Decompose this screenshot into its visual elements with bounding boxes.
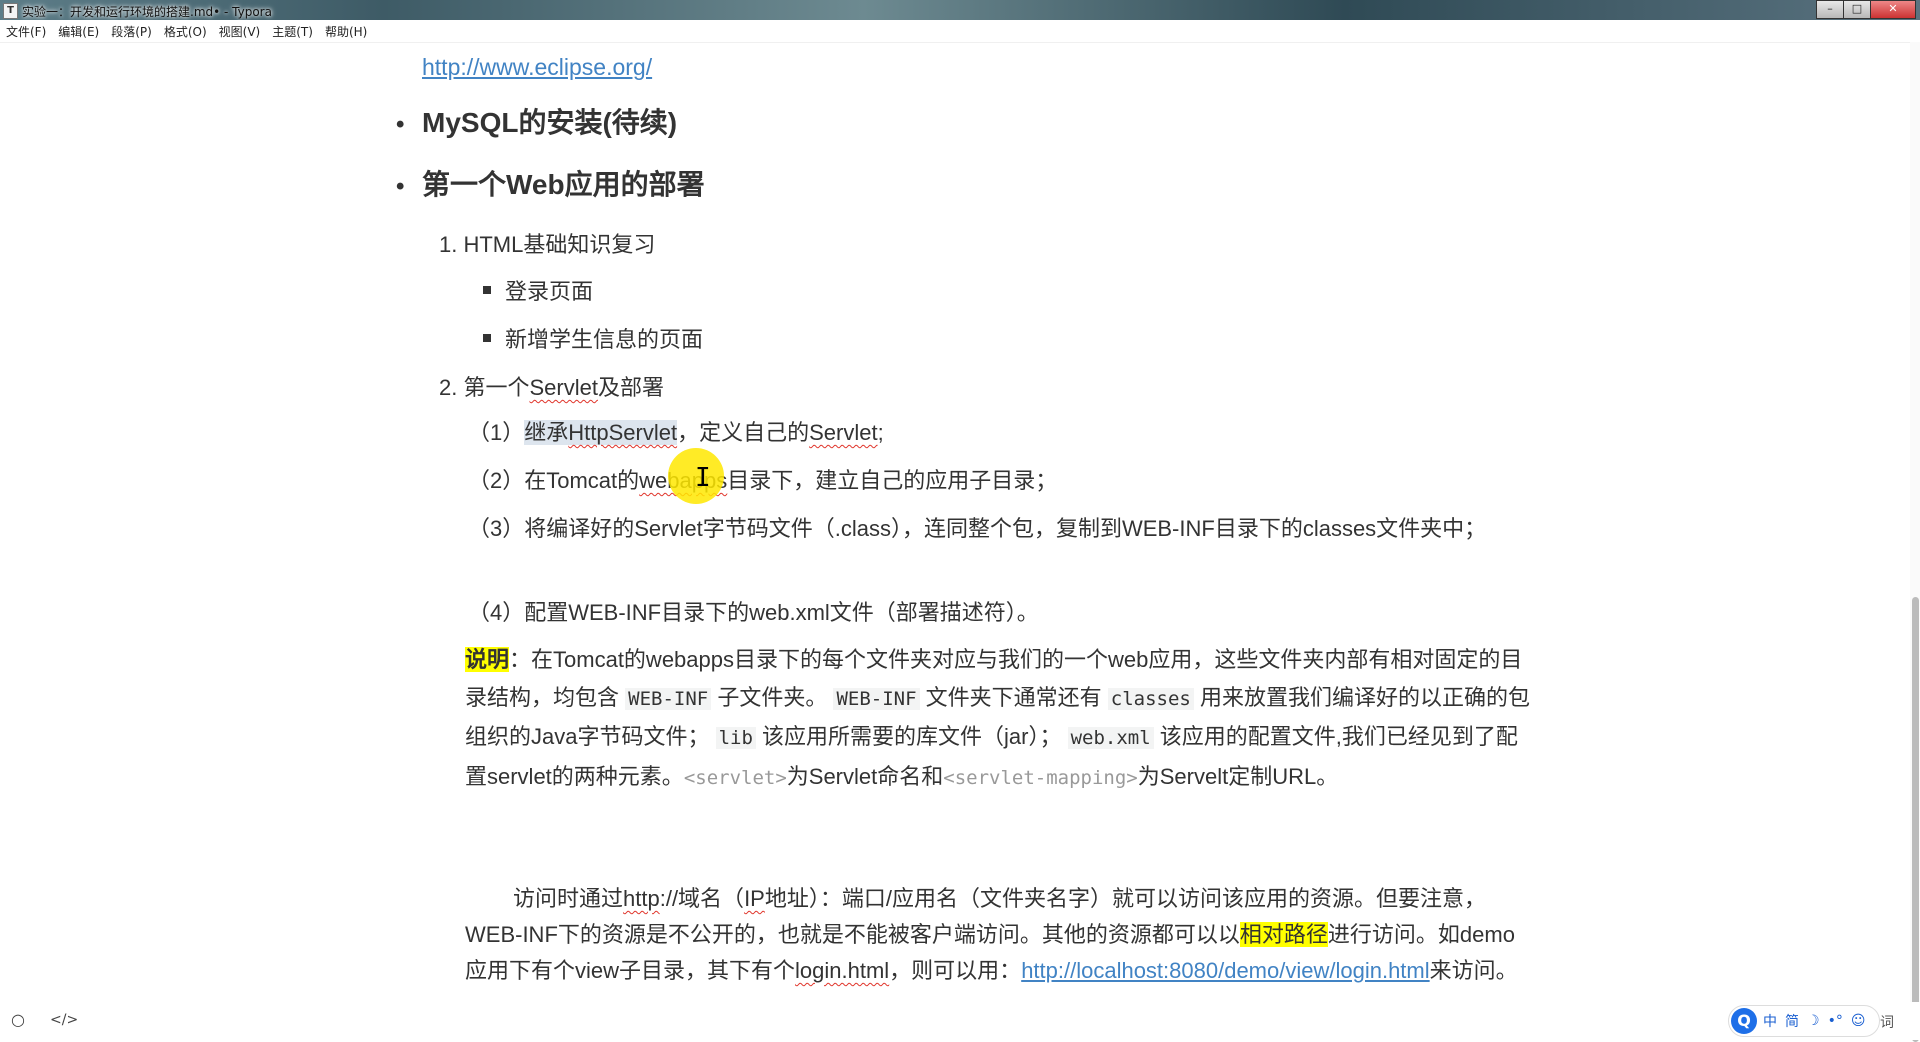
para-text: 来访问。 (1429, 958, 1518, 983)
menu-theme[interactable]: 主题(T) (266, 23, 319, 40)
window-controls: – □ ✕ (1816, 0, 1916, 19)
para-text: 子文件夹。 (711, 684, 834, 710)
list-item-servlet[interactable]: 2. 第一个Servlet及部署 (439, 370, 664, 402)
step-2[interactable]: （2）在Tomcat的webapps目录下，建立自己的应用子目录； (468, 463, 1528, 499)
para-text: 为Servelt定制URL。 (1137, 763, 1339, 789)
heading-web-deploy-text: 第一个Web应用的部署 (422, 169, 705, 200)
note-paragraph[interactable]: 说明：在Tomcat的webapps目录下的每个文件夹对应与我们的一个web应用… (465, 641, 1535, 797)
ime-emoji-icon[interactable]: ☺ (1851, 1013, 1866, 1029)
inline-code: lib (715, 727, 756, 749)
html-tag: <servlet> (683, 766, 787, 789)
step-text: 目录下，建立自己的应用子目录； (727, 468, 1058, 493)
html-tag: <servlet-mapping> (943, 766, 1138, 789)
spellcheck-word: Servlet (809, 420, 878, 445)
heading-mysql-text: MySQL的安装(待续) (422, 107, 678, 138)
spellcheck-word: Servlet (529, 375, 598, 400)
heading-mysql[interactable]: • MySQL的安装(待续) (396, 101, 677, 141)
bullet-dot: • (396, 111, 405, 138)
list-item-login-page[interactable]: 登录页面 (483, 274, 593, 306)
bullet-dot: • (396, 173, 405, 200)
square-bullet (483, 334, 491, 343)
scrollbar-thumb[interactable] (1912, 597, 1919, 1042)
menu-paragraph[interactable]: 段落(P) (105, 23, 158, 40)
para-text: 访问时通过 (513, 886, 624, 911)
para-text: 文件夹下通常还有 (919, 684, 1108, 710)
highlighted-text: 相对路径 (1239, 922, 1328, 947)
list-item-text: 2. 第一个 (439, 375, 530, 400)
title-bar: T 实验一：开发和运行环境的搭建.md• - Typora – □ ✕ (0, 0, 1920, 20)
menu-view[interactable]: 视图(V) (213, 23, 267, 40)
inline-code: classes (1107, 687, 1194, 710)
window-title: 实验一：开发和运行环境的搭建.md• - Typora (22, 5, 272, 19)
ime-simplified[interactable]: 简 (1785, 1011, 1799, 1031)
para-text: ://域名（ (659, 886, 745, 911)
inline-code: web.xml (1067, 727, 1154, 749)
menu-file[interactable]: 文件(F) (0, 23, 52, 40)
close-button[interactable]: ✕ (1870, 0, 1916, 19)
access-paragraph[interactable]: 访问时通过http://域名（IP地址）：端口/应用名（文件夹名字）就可以访问该… (465, 881, 1535, 989)
step-text: （2）在Tomcat的 (468, 468, 640, 493)
list-item-text: 新增学生信息的页面 (505, 327, 704, 352)
ime-moon-icon[interactable]: ☽ (1807, 1013, 1820, 1029)
selected-text: 继承 (524, 420, 569, 445)
typora-app-icon[interactable]: T (3, 3, 18, 19)
text-cursor-icon: I (695, 463, 711, 493)
step-text: ; (877, 420, 884, 445)
menu-bar: 文件(F) 编辑(E) 段落(P) 格式(O) 视图(V) 主题(T) 帮助(H… (0, 20, 1920, 43)
para-text: 为Servlet命名和 (786, 763, 944, 789)
ime-word-label: 词 (1880, 1015, 1894, 1031)
menu-help[interactable]: 帮助(H) (319, 23, 373, 40)
maximize-button[interactable]: □ (1843, 0, 1871, 19)
note-label: 说明 (465, 647, 510, 672)
list-item-html[interactable]: 1. HTML基础知识复习 (439, 227, 655, 259)
list-item-add-student[interactable]: 新增学生信息的页面 (483, 322, 703, 354)
step-1[interactable]: （1）继承HttpServlet，定义自己的Servlet; (468, 415, 1528, 451)
list-item-text: 登录页面 (505, 279, 594, 304)
step-text: ，定义自己的 (677, 420, 810, 445)
spellcheck-word: login.html (795, 958, 890, 983)
para-text: 该应用所需要的库文件（jar）； (755, 724, 1068, 749)
status-bar: ○ </> Q 中 简 ☽ •° ☺ 词 (0, 1002, 1920, 1040)
para-text: ，则可以用： (889, 958, 1022, 983)
ime-chinese-mode[interactable]: 中 (1763, 1011, 1777, 1031)
minimize-button[interactable]: – (1816, 0, 1844, 19)
localhost-link[interactable]: http://localhost:8080/demo/view/login.ht… (1021, 958, 1429, 983)
spellcheck-word: http (623, 886, 660, 911)
step-text: （1） (468, 420, 525, 445)
ime-logo-icon[interactable]: Q (1731, 1008, 1757, 1034)
eclipse-link[interactable]: http://www.eclipse.org/ (422, 54, 652, 81)
inline-code: WEB-INF (625, 687, 712, 710)
square-bullet (483, 286, 491, 295)
heading-web-deploy[interactable]: • 第一个Web应用的部署 (396, 163, 705, 203)
source-code-mode-icon[interactable]: </> (50, 1012, 78, 1028)
step-4[interactable]: （4）配置WEB-INF目录下的web.xml文件（部署描述符）。 (468, 595, 1528, 631)
vertical-scrollbar[interactable] (1910, 42, 1920, 1042)
spellcheck-word: IP (744, 886, 765, 911)
ime-punct-icon[interactable]: •° (1828, 1013, 1843, 1029)
menu-edit[interactable]: 编辑(E) (52, 23, 105, 40)
ime-toolbar[interactable]: Q 中 简 ☽ •° ☺ (1728, 1005, 1880, 1037)
outline-toggle-icon[interactable]: ○ (11, 1010, 25, 1029)
list-item-text: 及部署 (597, 375, 664, 400)
menu-format[interactable]: 格式(O) (158, 23, 213, 40)
editor-content[interactable]: http://www.eclipse.org/ • MySQL的安装(待续) • 第… (0, 42, 1920, 1002)
inline-code: WEB-INF (833, 687, 920, 710)
selected-text: HttpServlet (568, 420, 678, 445)
step-3[interactable]: （3）将编译好的Servlet字节码文件（.class），连同整个包，复制到WE… (468, 511, 1498, 547)
